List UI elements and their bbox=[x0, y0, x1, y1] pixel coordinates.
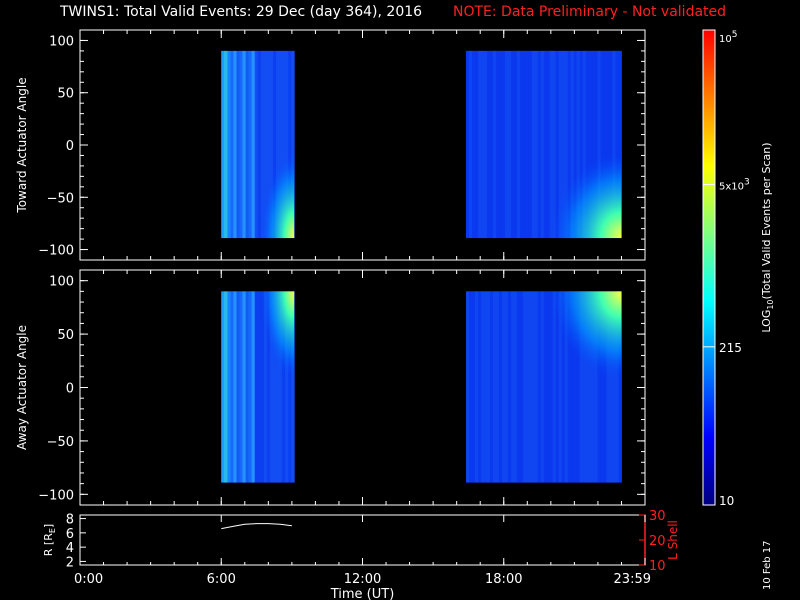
heatmap-hotspot bbox=[221, 291, 295, 483]
y-tick-label: −100 bbox=[38, 244, 74, 259]
x-tick-label: 18:00 bbox=[485, 572, 522, 587]
y-tick-label: 50 bbox=[57, 87, 74, 102]
heatmap-block-1-0 bbox=[221, 291, 295, 483]
colorbar bbox=[703, 30, 715, 505]
r-tick-label: 4 bbox=[66, 541, 74, 556]
y-tick-label: 0 bbox=[66, 382, 74, 397]
r-tick-label: 8 bbox=[66, 513, 74, 528]
x-tick-label: 23:59 bbox=[614, 572, 651, 587]
r-line bbox=[221, 523, 292, 530]
y-tick-label: 0 bbox=[66, 139, 74, 154]
y-axis-label: Away Actuator Angle bbox=[15, 325, 29, 450]
y-tick-label: −50 bbox=[47, 435, 74, 450]
heatmap-block-0-1 bbox=[466, 50, 622, 239]
y-tick-label: 100 bbox=[49, 275, 74, 290]
r-tick-label: 6 bbox=[66, 527, 74, 542]
axes: −100−50050100Toward Actuator Angle−100−5… bbox=[15, 29, 775, 600]
plot-canvas: −100−50050100Toward Actuator Angle−100−5… bbox=[15, 29, 775, 600]
y-tick-label: −100 bbox=[38, 488, 74, 503]
colorbar-tick-label: 215 bbox=[719, 341, 742, 355]
lshell-tick-label: 30 bbox=[649, 509, 666, 524]
heatmap-hotspot bbox=[466, 291, 622, 483]
y-tick-label: −50 bbox=[47, 191, 74, 206]
lshell-tick-label: 10 bbox=[649, 559, 666, 574]
r-panel-frame bbox=[79, 514, 646, 566]
heatmap-images bbox=[221, 50, 622, 483]
colorbar-tick-label: 10 bbox=[719, 494, 734, 508]
colorbar-tick-label: 5x103 bbox=[719, 177, 750, 192]
heatmap-hotspot bbox=[466, 50, 622, 239]
print-date: 10 Feb 17 bbox=[762, 540, 773, 590]
x-tick-label: 0:00 bbox=[74, 572, 103, 587]
y-axis-label: Toward Actuator Angle bbox=[15, 77, 29, 213]
lshell-tick-label: 20 bbox=[649, 534, 666, 549]
heatmap-block-0-0 bbox=[221, 50, 295, 239]
x-axis-label: Time (UT) bbox=[330, 587, 395, 600]
colorbar-label: LOG10(Total Valid Events per Scan) bbox=[760, 142, 775, 332]
r-axis-label: R [RE] bbox=[42, 524, 57, 556]
y-tick-label: 100 bbox=[49, 34, 74, 49]
colorbar-tick-label: 105 bbox=[719, 30, 737, 45]
heatmap-hotspot bbox=[221, 50, 295, 239]
heatmap-block-1-1 bbox=[466, 291, 622, 483]
x-tick-label: 12:00 bbox=[344, 572, 381, 587]
x-tick-label: 6:00 bbox=[207, 572, 236, 587]
r-tick-label: 2 bbox=[66, 555, 74, 570]
lshell-axis-label: L Shell bbox=[666, 520, 680, 560]
y-tick-label: 50 bbox=[57, 328, 74, 343]
